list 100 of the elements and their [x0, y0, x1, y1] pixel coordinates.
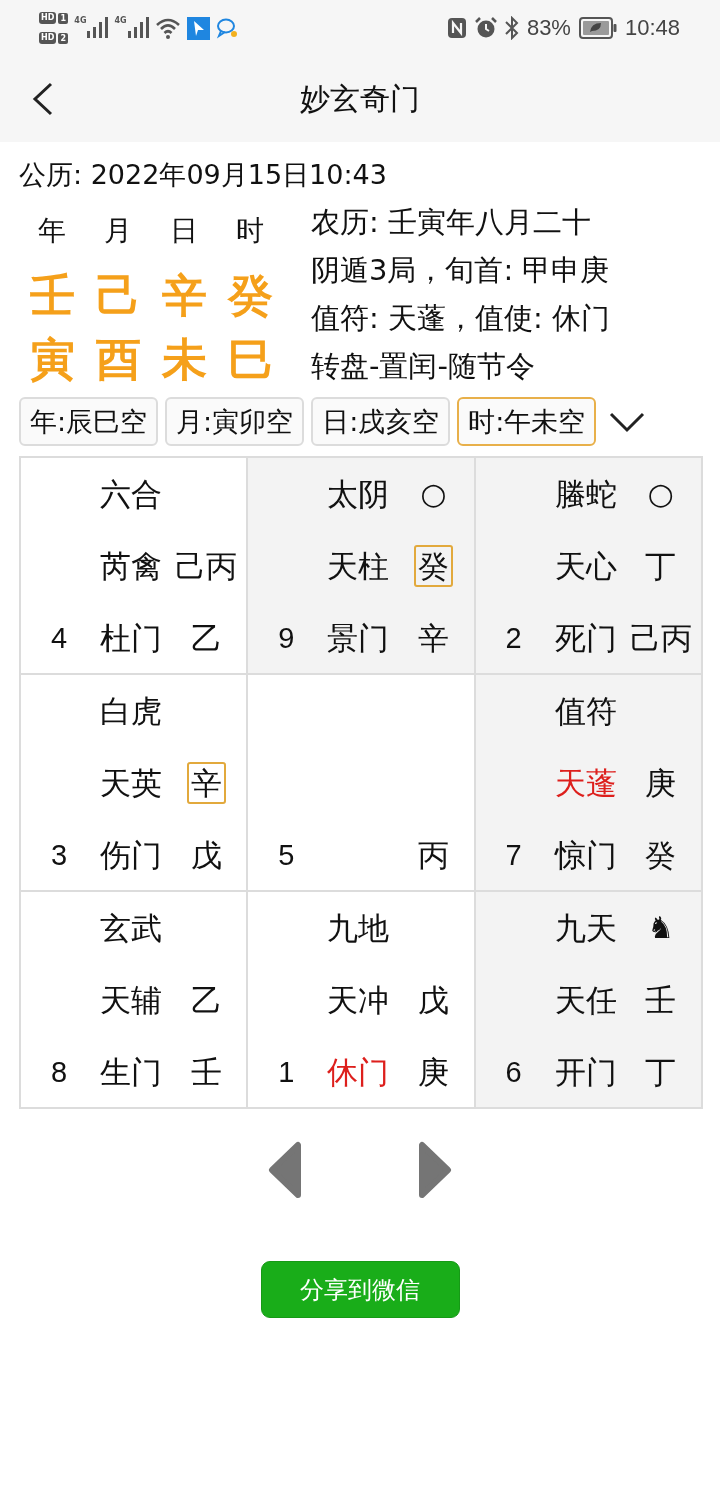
palace-number: 7: [505, 837, 522, 873]
signal-icon: [86, 16, 109, 38]
marker-symbol: ○: [420, 477, 447, 511]
earth-stem: 乙: [189, 618, 223, 658]
next-button[interactable]: [418, 1141, 452, 1199]
void-chip[interactable]: 日:戌亥空: [311, 397, 451, 446]
deity-name: 值符: [554, 692, 617, 730]
pillar-branch: 酉: [95, 334, 141, 386]
pillar-branch: 巳: [227, 334, 273, 386]
marker-symbol: ♞: [647, 911, 675, 945]
pillar-label: 月: [104, 214, 132, 248]
palace-number: 2: [505, 620, 522, 656]
pillar-branch: 未: [161, 334, 207, 386]
earth-stem: 丙: [416, 835, 450, 875]
star-name: 天任: [554, 981, 617, 1019]
info-line: 农历: 壬寅年八月二十: [311, 204, 592, 241]
network-label: 4G: [114, 16, 127, 26]
deity-name: 九地: [327, 909, 390, 947]
palace-number: 3: [50, 837, 68, 873]
gate-name: 惊门: [554, 835, 617, 874]
deity-name: 六合: [100, 475, 162, 513]
deity-name: 九天: [554, 909, 617, 947]
gate-name: 死门: [554, 618, 617, 657]
star-name: 天辅: [100, 981, 162, 1019]
heaven-stem: 庚: [644, 764, 678, 803]
battery-icon: [578, 17, 617, 39]
app-icon: [186, 16, 210, 40]
sim-slot-badge: 1: [58, 12, 69, 24]
pillar-label: 时: [236, 214, 264, 248]
palace-number: 5: [278, 837, 295, 873]
deity-name: 螣蛇: [554, 475, 617, 513]
star-name: 天蓬: [554, 764, 617, 802]
pillar-stem: 壬: [29, 270, 75, 322]
info-line: 值符: 天蓬，值使: 休门: [311, 300, 610, 337]
heaven-stem: 己丙: [174, 547, 238, 586]
gate-name: 杜门: [100, 618, 162, 657]
earth-stem: 癸: [644, 835, 678, 875]
battery-percent: 83%: [526, 15, 571, 41]
void-chip[interactable]: 时:午未空: [457, 397, 597, 446]
star-name: 天柱: [327, 547, 390, 585]
palace-number: 6: [505, 1054, 522, 1090]
back-chevron-icon: [32, 82, 54, 116]
palace-number: 4: [50, 620, 68, 656]
chevron-down-icon: [609, 410, 646, 433]
earth-stem: 辛: [416, 618, 450, 658]
earth-stem: 庚: [416, 1052, 450, 1092]
palace-number: 9: [278, 620, 295, 656]
star-name: 天心: [554, 547, 617, 585]
void-chip[interactable]: 年:辰巳空: [19, 397, 159, 446]
star-name: 天英: [100, 764, 162, 802]
hd-badge: HD: [39, 32, 57, 44]
right-triangle-icon: [418, 1141, 452, 1199]
heaven-stem: 戊: [416, 981, 450, 1020]
void-chip[interactable]: 月:寅卯空: [165, 397, 305, 446]
pillar-branch: 寅: [29, 334, 75, 386]
marker-symbol: ○: [647, 477, 674, 511]
nfc-icon: [446, 17, 467, 39]
palace-number: 8: [50, 1054, 68, 1090]
pillar-stem: 己: [95, 270, 141, 322]
info-line: 转盘-置闰-随节令: [311, 348, 536, 385]
gate-name: 景门: [327, 618, 390, 657]
star-name: 天冲: [327, 981, 390, 1019]
pillar-label: 年: [38, 214, 66, 248]
alarm-icon: [474, 17, 497, 39]
bluetooth-icon: [504, 16, 519, 40]
left-triangle-icon: [268, 1141, 302, 1199]
deity-name: 白虎: [100, 692, 162, 730]
deity-name: 太阴: [327, 475, 390, 513]
heaven-stem: 癸: [413, 545, 453, 587]
back-button[interactable]: [31, 81, 55, 117]
clock-time: 10:48: [624, 15, 680, 41]
earth-stem: 丁: [644, 1052, 678, 1092]
hd-badge: HD: [39, 12, 57, 24]
earth-stem: 己丙: [628, 618, 693, 658]
pillar-stem: 辛: [161, 270, 207, 322]
sim-slot-badge: 2: [58, 32, 69, 44]
chat-icon: [215, 17, 238, 39]
page-title: 妙玄奇门: [299, 80, 421, 118]
gate-name: 开门: [554, 1052, 617, 1091]
heaven-stem: 辛: [186, 762, 226, 804]
earth-stem: 壬: [189, 1052, 223, 1092]
earth-stem: 戊: [189, 835, 223, 875]
signal-icon: [126, 16, 149, 38]
expand-button[interactable]: [609, 410, 646, 433]
palace-number: 1: [278, 1054, 295, 1090]
wifi-icon: [154, 17, 181, 39]
info-line: 阴遁3局，旬首: 甲申庚: [311, 252, 610, 289]
gate-name: 生门: [100, 1052, 162, 1091]
gate-name: 伤门: [100, 835, 162, 874]
heaven-stem: 丁: [644, 547, 678, 586]
star-name: 芮禽: [100, 547, 162, 585]
heaven-stem: 壬: [644, 981, 678, 1020]
deity-name: 玄武: [100, 909, 162, 947]
previous-button[interactable]: [268, 1141, 302, 1199]
pillar-label: 日: [170, 214, 198, 248]
pillar-stem: 癸: [227, 270, 273, 322]
heaven-stem: 乙: [189, 981, 223, 1020]
solar-date: 公历: 2022年09月15日10:43: [19, 158, 388, 192]
network-label: 4G: [74, 16, 87, 26]
gate-name: 休门: [327, 1052, 390, 1091]
